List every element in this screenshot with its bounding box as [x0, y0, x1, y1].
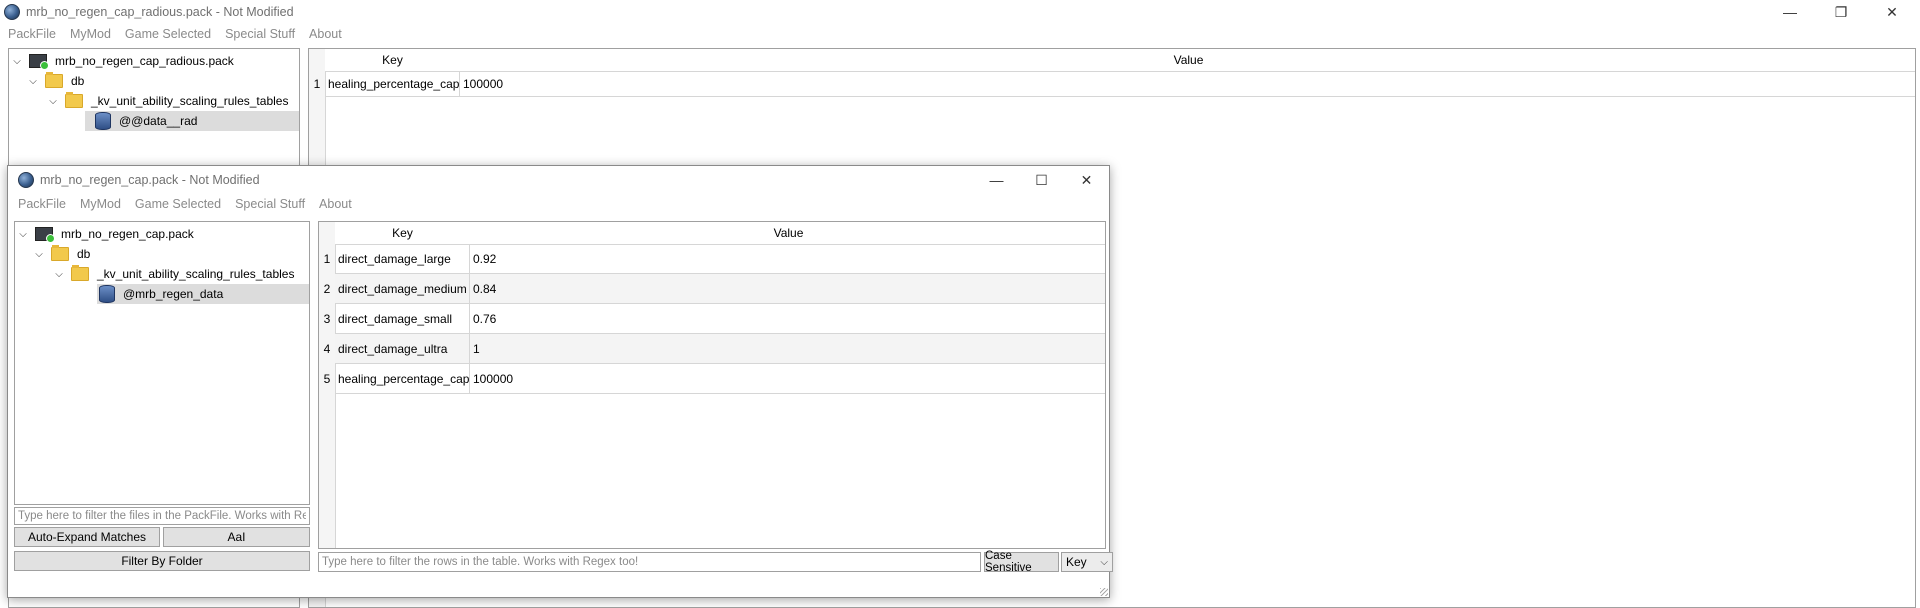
menu-special-stuff[interactable]: Special Stuff — [235, 197, 305, 211]
tree-item-label: db — [71, 74, 85, 88]
close-button[interactable]: ✕ — [1064, 166, 1109, 194]
table-cell-value[interactable]: 0.92 — [470, 244, 1105, 274]
sub-window-title: mrb_no_regen_cap.pack - Not Modified — [40, 173, 260, 187]
column-header-value[interactable]: Value — [460, 49, 1915, 72]
restore-button[interactable]: ❐ — [1818, 0, 1864, 24]
main-window-title: mrb_no_regen_cap_radious.pack - Not Modi… — [26, 5, 294, 19]
table-cell-key[interactable]: direct_damage_ultra — [335, 334, 470, 364]
row-number-header — [319, 222, 336, 245]
table-cell-value[interactable]: 100000 — [470, 364, 1105, 394]
filter-by-folder-button[interactable]: Filter By Folder — [14, 551, 310, 571]
column-select-dropdown[interactable]: Key ⌵ — [1061, 552, 1113, 572]
menu-mymod[interactable]: MyMod — [80, 197, 121, 211]
column-header-key[interactable]: Key — [335, 222, 471, 245]
sub-packfile-tree[interactable]: ⌵ mrb_no_regen_cap.pack ⌵ db ⌵ _kv_unit_… — [14, 221, 310, 505]
table-cell-value[interactable]: 0.76 — [470, 304, 1105, 334]
sub-titlebar[interactable]: mrb_no_regen_cap.pack - Not Modified — [8, 166, 1109, 194]
row-number[interactable]: 3 — [319, 304, 336, 334]
table-cell-value[interactable]: 1 — [470, 334, 1105, 364]
menu-packfile[interactable]: PackFile — [8, 27, 56, 41]
maximize-button[interactable]: ☐ — [1019, 166, 1064, 194]
row-number[interactable]: 1 — [319, 244, 336, 274]
table-cell-key[interactable]: healing_percentage_cap — [325, 71, 460, 97]
menu-about[interactable]: About — [319, 197, 352, 211]
table-cell-key[interactable]: direct_damage_large — [335, 244, 470, 274]
row-number[interactable]: 5 — [319, 364, 336, 394]
tree-item-pack[interactable]: ⌵ mrb_no_regen_cap_radious.pack — [9, 51, 234, 71]
menu-game-selected[interactable]: Game Selected — [125, 27, 211, 41]
sub-window: mrb_no_regen_cap.pack - Not Modified — ☐… — [7, 165, 1113, 598]
menu-special-stuff[interactable]: Special Stuff — [225, 27, 295, 41]
row-number[interactable]: 1 — [309, 71, 326, 97]
tree-item-label: mrb_no_regen_cap.pack — [61, 227, 194, 241]
table-cell-value[interactable]: 100000 — [460, 71, 1915, 97]
chevron-down-icon[interactable]: ⌵ — [33, 248, 45, 260]
tree-item-db[interactable]: ⌵ db — [33, 244, 90, 264]
tree-item-label: @mrb_regen_data — [123, 287, 224, 301]
tree-item-label: _kv_unit_ability_scaling_rules_tables — [91, 94, 289, 108]
tree-item-label: mrb_no_regen_cap_radious.pack — [55, 54, 234, 68]
menu-game-selected[interactable]: Game Selected — [135, 197, 221, 211]
close-button[interactable]: ✕ — [1864, 0, 1920, 24]
folder-icon — [51, 245, 69, 261]
auto-expand-button[interactable]: Auto-Expand Matches — [14, 527, 160, 547]
app-logo-icon — [18, 172, 34, 188]
chevron-down-icon[interactable]: ⌵ — [11, 55, 23, 67]
minimize-button[interactable]: — — [1762, 0, 1818, 24]
tree-item-label: db — [77, 247, 91, 261]
chevron-down-icon: ⌵ — [1100, 556, 1108, 568]
tree-item-pack[interactable]: ⌵ mrb_no_regen_cap.pack — [15, 224, 194, 244]
chevron-down-icon[interactable]: ⌵ — [17, 228, 29, 240]
main-titlebar[interactable]: mrb_no_regen_cap_radious.pack - Not Modi… — [0, 0, 1920, 24]
column-header-value[interactable]: Value — [470, 222, 1105, 245]
row-number[interactable]: 2 — [319, 274, 336, 304]
sub-data-table[interactable]: Key Value 1 direct_damage_large 0.92 2 d… — [318, 221, 1106, 549]
column-header-key[interactable]: Key — [325, 49, 461, 72]
resize-grip-icon[interactable] — [1100, 588, 1108, 596]
menu-packfile[interactable]: PackFile — [18, 197, 66, 211]
table-cell-value[interactable]: 0.84 — [470, 274, 1105, 304]
menu-mymod[interactable]: MyMod — [70, 27, 111, 41]
table-cell-key[interactable]: healing_percentage_cap — [335, 364, 470, 394]
row-number-gutter — [319, 394, 336, 548]
minimize-button[interactable]: — — [974, 166, 1019, 194]
chevron-down-icon[interactable]: ⌵ — [27, 75, 39, 87]
sub-menubar: PackFile MyMod Game Selected Special Stu… — [8, 194, 1109, 214]
pack-icon — [29, 54, 49, 70]
case-toggle-button[interactable]: AaI — [163, 527, 310, 547]
tree-item-table-folder[interactable]: ⌵ _kv_unit_ability_scaling_rules_tables — [47, 91, 288, 111]
table-cell-key[interactable]: direct_damage_medium — [335, 274, 470, 304]
main-menubar: PackFile MyMod Game Selected Special Stu… — [0, 24, 1920, 44]
folder-icon — [65, 92, 83, 108]
folder-icon — [71, 265, 89, 281]
database-icon — [99, 285, 115, 303]
pack-icon — [35, 227, 55, 243]
column-select-value: Key — [1066, 555, 1087, 569]
tree-item-label: _kv_unit_ability_scaling_rules_tables — [97, 267, 295, 281]
table-cell-key[interactable]: direct_damage_small — [335, 304, 470, 334]
tree-item-data-table[interactable]: @mrb_regen_data — [97, 284, 309, 304]
file-filter-input[interactable] — [14, 507, 310, 525]
chevron-down-icon[interactable]: ⌵ — [47, 95, 59, 107]
row-number[interactable]: 4 — [319, 334, 336, 364]
menu-about[interactable]: About — [309, 27, 342, 41]
tree-item-label: @@data__rad — [119, 114, 198, 128]
chevron-down-icon[interactable]: ⌵ — [53, 268, 65, 280]
case-sensitive-button[interactable]: Case Sensitive — [984, 550, 1059, 574]
tree-item-table-folder[interactable]: ⌵ _kv_unit_ability_scaling_rules_tables — [53, 264, 294, 284]
tree-item-data-table[interactable]: @@data__rad — [85, 111, 299, 131]
database-icon — [95, 112, 111, 130]
row-number-header — [309, 49, 326, 72]
sub-window-controls: — ☐ ✕ — [974, 166, 1109, 194]
folder-icon — [45, 72, 63, 88]
row-filter-input[interactable] — [318, 552, 981, 572]
app-logo-icon — [4, 4, 20, 20]
tree-item-db[interactable]: ⌵ db — [27, 71, 84, 91]
main-window-controls: — ❐ ✕ — [1762, 0, 1920, 24]
